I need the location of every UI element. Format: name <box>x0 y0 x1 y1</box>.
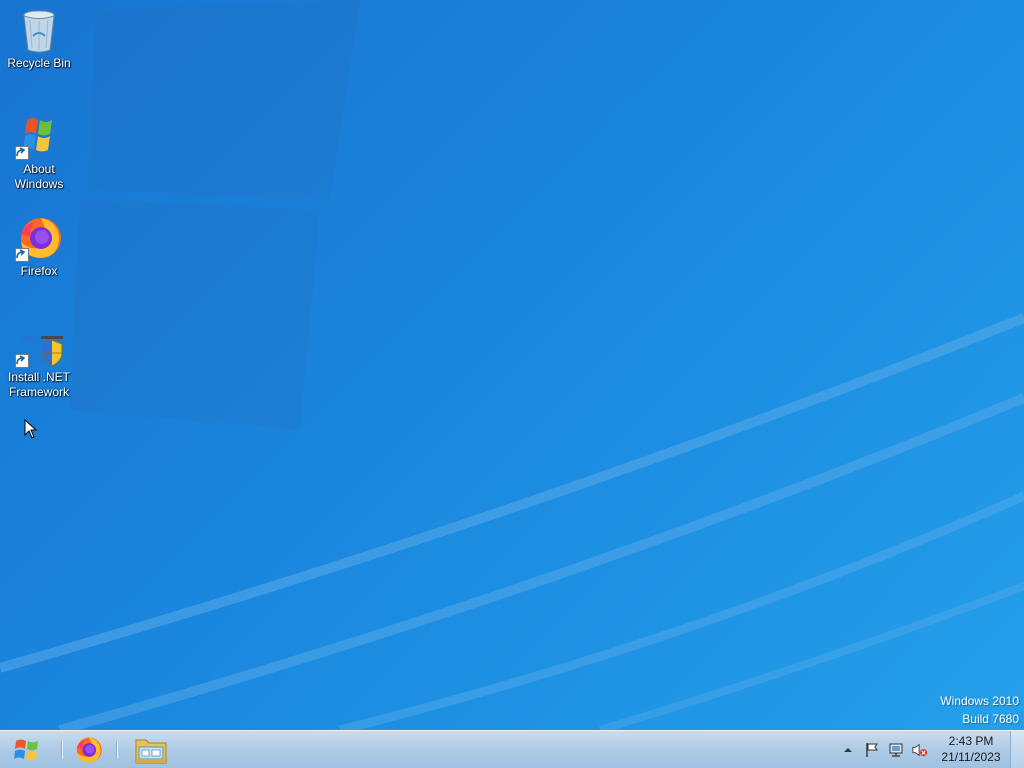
desktop-icon-recycle-bin[interactable]: Recycle Bin <box>2 6 76 71</box>
watermark-os-name: Windows 2010 <box>940 694 1019 708</box>
windows-flag-icon <box>15 112 63 160</box>
taskbar-clock[interactable]: 2:43 PM 21/11/2023 <box>936 733 1006 765</box>
build-watermark: Windows 2010 Build 7680 <box>940 692 1019 728</box>
wallpaper-art <box>0 0 1024 730</box>
volume-muted-icon[interactable] <box>912 742 928 758</box>
taskbar: 2:43 PM 21/11/2023 <box>0 730 1024 768</box>
dotnet-installer-icon <box>15 320 63 368</box>
taskbar-firefox-button[interactable] <box>68 733 108 767</box>
recycle-bin-icon <box>15 6 63 54</box>
start-button[interactable] <box>4 732 50 768</box>
mouse-pointer-icon <box>24 419 38 439</box>
clock-time: 2:43 PM <box>948 734 994 748</box>
desktop-icon-about-windows[interactable]: About Windows <box>2 112 76 192</box>
windows-start-orb-icon <box>14 739 38 761</box>
clock-date: 21/11/2023 <box>941 750 1001 764</box>
watermark-build: Build 7680 <box>962 712 1019 726</box>
show-desktop-button[interactable] <box>1010 731 1024 768</box>
show-hidden-icons-chevron-icon[interactable] <box>840 742 856 758</box>
action-center-flag-icon[interactable] <box>864 742 880 758</box>
taskbar-separator <box>61 741 62 759</box>
desktop[interactable]: Recycle Bin About Windows Firefox Instal… <box>0 0 1024 730</box>
desktop-icon-label: About Windows <box>14 162 64 191</box>
firefox-icon <box>76 737 102 763</box>
taskbar-file-explorer-button[interactable] <box>131 733 171 767</box>
desktop-icon-firefox[interactable]: Firefox <box>2 214 76 279</box>
shortcut-arrow-icon <box>15 354 29 368</box>
desktop-icon-label: Firefox <box>20 264 58 278</box>
desktop-icon-install-net-framework[interactable]: Install .NET Framework <box>2 320 76 400</box>
desktop-icon-label: Recycle Bin <box>7 56 71 70</box>
network-icon[interactable] <box>888 742 904 758</box>
shortcut-arrow-icon <box>15 248 29 262</box>
shortcut-arrow-icon <box>15 146 29 160</box>
folder-explorer-icon <box>135 739 167 764</box>
desktop-icon-label: Install .NET Framework <box>7 370 70 399</box>
firefox-icon <box>15 214 63 262</box>
taskbar-separator <box>116 741 117 759</box>
